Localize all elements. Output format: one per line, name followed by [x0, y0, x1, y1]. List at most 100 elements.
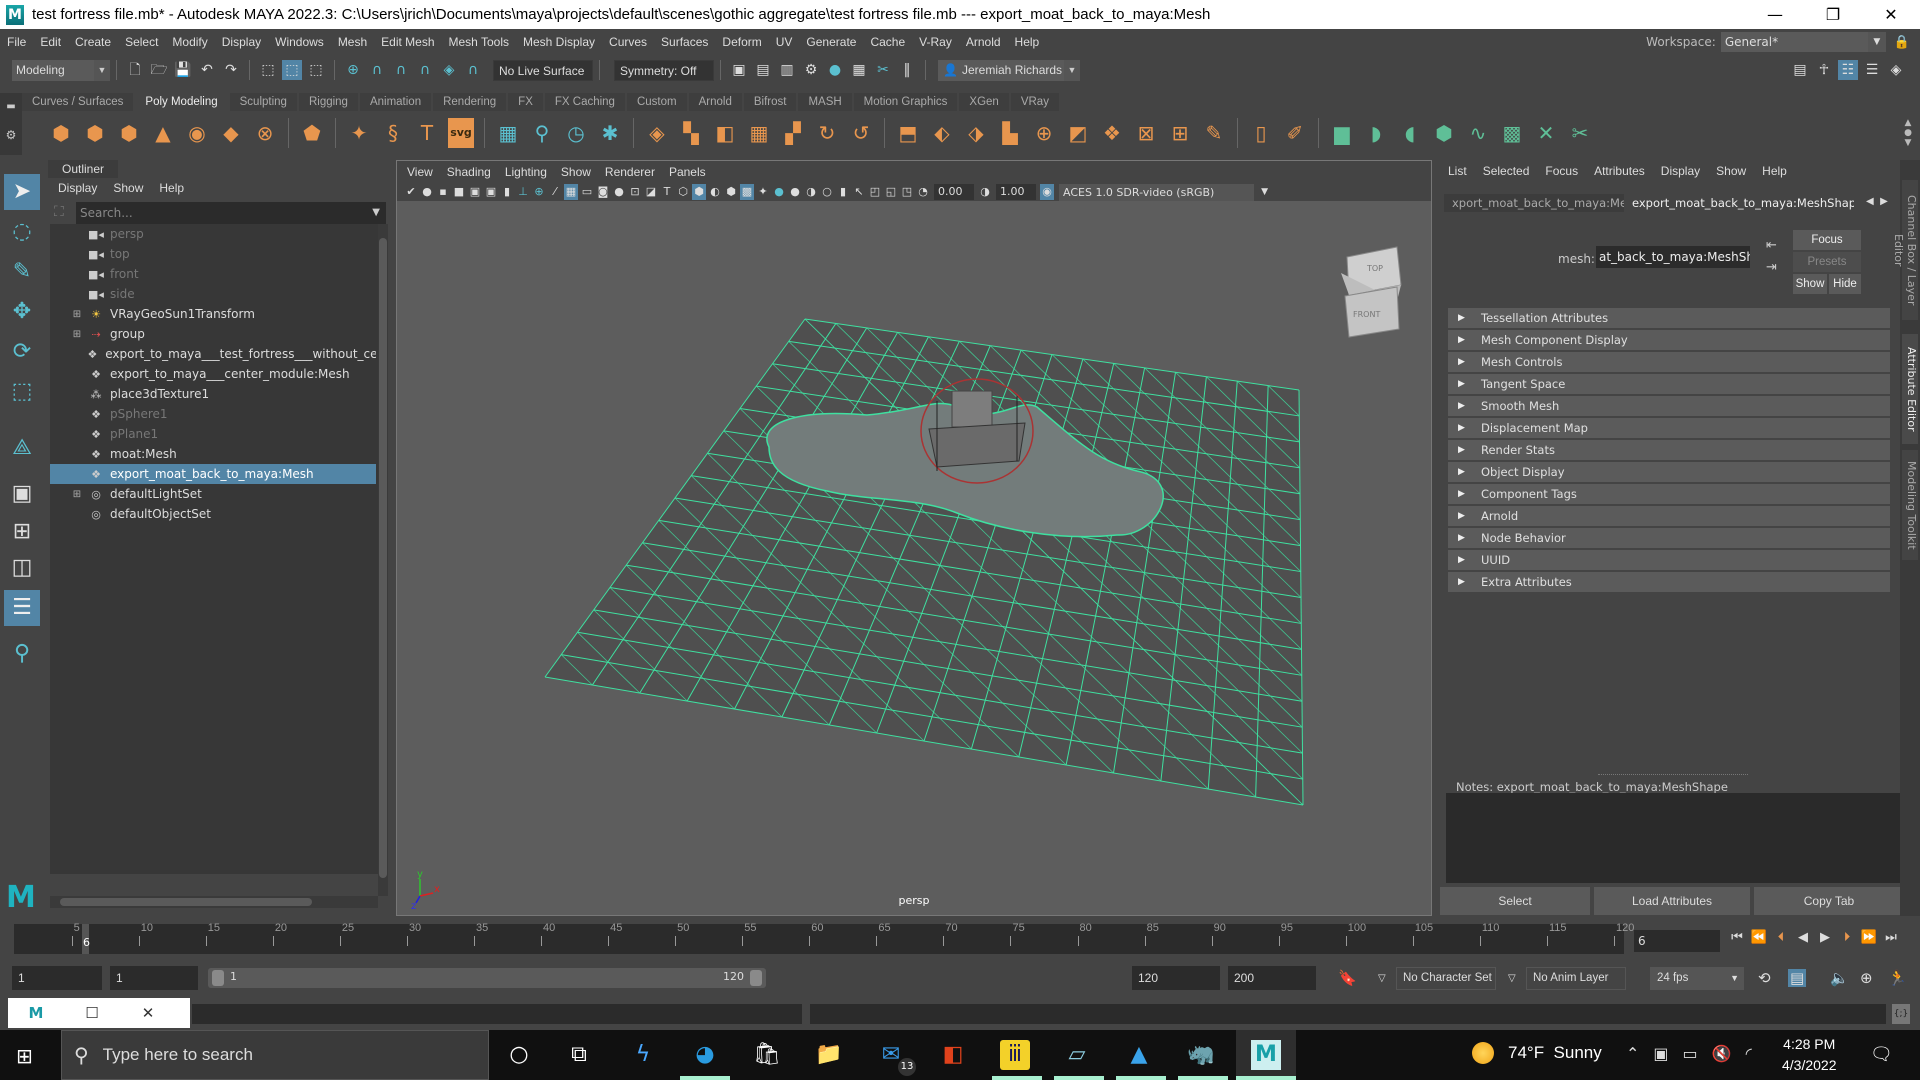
snap-projected-center-icon[interactable]: ◈ [439, 60, 459, 80]
menu-help[interactable]: Help [1008, 35, 1047, 49]
poly-plane-icon[interactable]: ◆ [218, 118, 244, 148]
anim-layer-menu-icon[interactable]: ▽ [1508, 973, 1516, 984]
pivot-icon[interactable]: ◷ [563, 118, 589, 148]
auto-uv-icon[interactable]: ⬢ [1431, 118, 1457, 148]
attribute-section[interactable]: ▶ Mesh Component Display [1448, 330, 1890, 350]
exposure-icon[interactable]: ◔ [916, 184, 930, 200]
cylindrical-uv-icon[interactable]: ◗ [1363, 118, 1389, 148]
fps-dropdown[interactable]: 24 fps ▼ [1650, 967, 1744, 990]
ae-menu-display[interactable]: Display [1651, 164, 1700, 178]
xray-joints-icon[interactable]: ▩ [740, 184, 754, 200]
shaded-icon[interactable]: ⬢ [692, 184, 706, 200]
lock-icon[interactable]: 🔒 [1894, 35, 1910, 50]
lock-camera-icon[interactable]: ● [420, 184, 434, 200]
outliner-tab[interactable]: Outliner [48, 160, 118, 178]
chevron-right-icon[interactable]: ▶ [1880, 196, 1888, 207]
reset-transform-icon[interactable]: ✱ [597, 118, 623, 148]
move-tool-icon[interactable]: ✥ [4, 294, 40, 330]
spherical-uv-icon[interactable]: ◖ [1397, 118, 1423, 148]
live-surface-field[interactable]: No Live Surface [493, 59, 593, 81]
render-setup-icon[interactable]: ▦ [849, 60, 869, 80]
shelf-tab-sculpting[interactable]: Sculpting [229, 93, 297, 111]
show-manipulator-icon[interactable]: ⟁ [4, 430, 40, 466]
outliner-menu-show[interactable]: Show [103, 181, 143, 195]
anim-layer-dropdown[interactable]: No Anim Layer [1526, 967, 1626, 990]
new-scene-icon[interactable]: 🗋 [125, 60, 145, 80]
scene-end-field[interactable]: 200 [1228, 966, 1316, 990]
app-icon-lightning[interactable]: ϟ [626, 1040, 660, 1070]
snap-point-icon[interactable]: ∩ [391, 60, 411, 80]
cache-playback-icon[interactable]: ▤ [1788, 969, 1807, 987]
poly-cone-icon[interactable]: ▲ [150, 118, 176, 148]
sweep-mesh-icon[interactable]: § [380, 118, 406, 148]
screen-space-ao-icon[interactable]: ● [788, 184, 802, 200]
workspace-dropdown[interactable]: General* ▼ [1720, 32, 1886, 52]
attribute-section[interactable]: ▶ UUID [1448, 550, 1890, 570]
textured-icon[interactable]: ⊡ [628, 184, 642, 200]
color-space-dropdown[interactable]: ACES 1.0 SDR-video (sRGB) ▼ [1059, 183, 1268, 201]
retopo-icon[interactable]: ↺ [848, 118, 874, 148]
expand-icon[interactable]: ⊞ [70, 489, 84, 500]
viewport-menu-lighting[interactable]: Lighting [495, 165, 547, 179]
outliner-item[interactable]: ❖ pSphere1 [50, 404, 376, 424]
uv-editor-icon[interactable]: ▩ [1499, 118, 1525, 148]
poly-torus-icon[interactable]: ◉ [184, 118, 210, 148]
expand-triangle-icon[interactable]: ▶ [1458, 418, 1465, 438]
file-explorer-icon[interactable]: 📁 [812, 1040, 846, 1070]
viewport-menu-renderer[interactable]: Renderer [595, 165, 655, 179]
step-forward-frame-icon[interactable]: ⏵ [1836, 930, 1858, 945]
smooth-icon[interactable]: ▦ [746, 118, 772, 148]
viewport-canvas[interactable]: TOP FRONT y x z [397, 201, 1431, 915]
menu-mesh-display[interactable]: Mesh Display [516, 35, 602, 49]
film-gate-icon[interactable]: ⊕ [532, 184, 546, 200]
shelf-scroll[interactable]: ▲ ● ▼ [1902, 118, 1914, 148]
splitter-handle[interactable] [1598, 774, 1748, 775]
poly-disc-icon[interactable]: ⊗ [252, 118, 278, 148]
loop-icon[interactable]: ⟲ [1758, 969, 1771, 987]
expand-triangle-icon[interactable]: ▶ [1458, 440, 1465, 460]
go-to-end-icon[interactable]: ⏭ [1880, 930, 1902, 945]
menu-vray[interactable]: V-Ray [912, 35, 959, 49]
sidebar-tool-settings-icon[interactable]: ☰ [1862, 60, 1882, 80]
shelf-tab-poly-modeling[interactable]: Poly Modeling [135, 93, 228, 111]
sidebar-modeling-toolkit-icon[interactable]: ▤ [1790, 60, 1810, 80]
add-bookmark-icon[interactable]: 🔖 [1338, 969, 1357, 987]
ae-menu-focus[interactable]: Focus [1535, 164, 1578, 178]
playback-start-field[interactable]: 1 [110, 966, 198, 990]
show-button[interactable]: Show [1793, 274, 1827, 294]
grid-toggle-icon[interactable]: ⊥ [516, 184, 530, 200]
side-tab-attribute-editor[interactable]: Attribute Editor [1902, 334, 1918, 444]
expand-triangle-icon[interactable]: ▶ [1458, 352, 1465, 372]
camera-attributes-icon[interactable]: ▪ [436, 184, 450, 200]
scale-tool-icon[interactable]: ⬚ [4, 374, 40, 410]
shadows-icon[interactable]: ● [772, 184, 786, 200]
contour-stretch-icon[interactable]: ∿ [1465, 118, 1491, 148]
mel-command-input[interactable] [192, 1004, 802, 1024]
edge-browser-icon[interactable]: ◕ [688, 1040, 722, 1070]
node-tab-transform[interactable]: xport_moat_back_to_maya:Mesh [1444, 194, 1624, 212]
menu-edit-mesh[interactable]: Edit Mesh [374, 35, 441, 49]
menu-windows[interactable]: Windows [268, 35, 331, 49]
exposure-field[interactable]: 0.00 [934, 184, 974, 200]
step-back-frame-icon[interactable]: ⏴ [1770, 930, 1792, 945]
ae-menu-list[interactable]: List [1438, 164, 1467, 178]
light-editor-icon[interactable]: ✂ [873, 60, 893, 80]
chevron-left-icon[interactable]: ◀ [1866, 196, 1874, 207]
outliner-menu-help[interactable]: Help [149, 181, 184, 195]
viewport-menu-panels[interactable]: Panels [659, 165, 706, 179]
photos-icon[interactable]: ▲ [1122, 1040, 1156, 1070]
minimize-button[interactable]: — [1746, 0, 1804, 29]
undo-icon[interactable]: ↶ [197, 60, 217, 80]
platonic-solid-icon[interactable]: ⬟ [299, 118, 325, 148]
animation-preferences-icon[interactable]: ⊕ [1860, 969, 1873, 987]
rhino-icon[interactable]: 🦏 [1184, 1040, 1218, 1070]
redo-icon[interactable]: ↷ [221, 60, 241, 80]
menu-generate[interactable]: Generate [799, 35, 863, 49]
mesh-name-field[interactable]: at_back_to_maya:MeshShape [1596, 246, 1750, 268]
attribute-section[interactable]: ▶ Mesh Controls [1448, 352, 1890, 372]
expand-triangle-icon[interactable]: ▶ [1458, 462, 1465, 482]
sidebar-character-controls-icon[interactable]: ☥ [1814, 60, 1834, 80]
poly-cube-icon[interactable]: ⬢ [82, 118, 108, 148]
attribute-section[interactable]: ▶ Displacement Map [1448, 418, 1890, 438]
lasso-tool-icon[interactable]: ◌ [4, 214, 40, 250]
